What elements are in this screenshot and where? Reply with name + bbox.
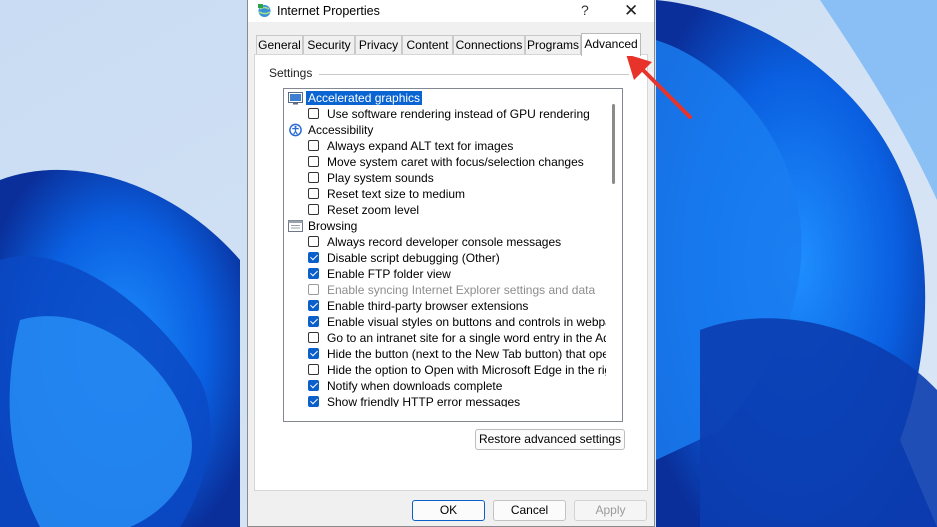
advanced-tab-page: Settings Show friendly HTTP error messag… xyxy=(254,54,648,491)
checkbox xyxy=(308,284,319,295)
restore-advanced-settings-button[interactable]: Restore advanced settings xyxy=(475,429,625,450)
checkbox[interactable] xyxy=(308,108,319,119)
setting-option-label: Reset text size to medium xyxy=(327,187,466,201)
tab-advanced[interactable]: Advanced xyxy=(581,33,641,56)
setting-option-label: Use software rendering instead of GPU re… xyxy=(327,107,590,121)
scrollbar-thumb[interactable] xyxy=(612,104,615,184)
setting-option-label: Reset zoom level xyxy=(327,203,420,217)
tab-general[interactable]: General xyxy=(256,35,303,54)
checkbox-checked[interactable] xyxy=(308,348,319,359)
checkbox[interactable] xyxy=(308,188,319,199)
setting-option-label: Hide the button (next to the New Tab but… xyxy=(327,347,622,361)
setting-option-label: Disable script debugging (Other) xyxy=(327,251,500,265)
category-label: Accessibility xyxy=(308,122,373,138)
group-divider xyxy=(319,74,629,75)
settings-group-label: Settings xyxy=(269,66,313,80)
tab-content[interactable]: Content xyxy=(402,35,453,54)
ok-button[interactable]: OK xyxy=(412,500,485,521)
tab-privacy[interactable]: Privacy xyxy=(355,35,402,54)
setting-option-label: Notify when downloads complete xyxy=(327,379,503,393)
help-button[interactable]: ? xyxy=(581,2,589,18)
close-button[interactable]: ✕ xyxy=(624,1,638,21)
accessibility-icon xyxy=(289,123,302,137)
title-bar[interactable]: Internet Properties ? ✕ xyxy=(248,0,654,22)
checkbox-checked[interactable] xyxy=(308,268,319,279)
setting-option-label: Go to an intranet site for a single word… xyxy=(327,331,623,345)
checkbox[interactable] xyxy=(308,156,319,167)
tab-connections[interactable]: Connections xyxy=(453,35,525,54)
setting-option-label: Play system sounds xyxy=(327,171,434,185)
category-label: Accelerated graphics xyxy=(306,90,423,106)
setting-option-label: Enable third-party browser extensions xyxy=(327,299,529,313)
setting-option-label: Enable syncing Internet Explorer setting… xyxy=(327,283,596,297)
checkbox[interactable] xyxy=(308,204,319,215)
internet-properties-dialog: Internet Properties ? ✕ General Security… xyxy=(247,0,655,527)
cancel-button[interactable]: Cancel xyxy=(493,500,566,521)
apply-button[interactable]: Apply xyxy=(574,500,647,521)
tab-security[interactable]: Security xyxy=(303,35,355,54)
setting-option-label: Move system caret with focus/selection c… xyxy=(327,155,584,169)
settings-tree[interactable]: Show friendly HTTP error messages Notify … xyxy=(283,88,623,422)
browser-window-icon xyxy=(288,220,303,232)
horizontal-scrollbar[interactable] xyxy=(284,407,606,421)
window-title: Internet Properties xyxy=(277,4,380,18)
setting-option-label: Enable FTP folder view xyxy=(327,267,451,281)
checkbox[interactable] xyxy=(308,172,319,183)
vertical-scrollbar[interactable] xyxy=(606,89,622,421)
checkbox-checked[interactable] xyxy=(308,380,319,391)
checkbox-checked[interactable] xyxy=(308,396,319,407)
annotation-arrow-icon xyxy=(626,54,692,119)
checkbox-checked[interactable] xyxy=(308,252,319,263)
selected-category-text: Accelerated graphics xyxy=(306,91,423,105)
category-label: Browsing xyxy=(308,218,357,234)
category-text: Browsing xyxy=(308,219,358,233)
setting-option-label: Always record developer console messages xyxy=(327,235,562,249)
checkbox[interactable] xyxy=(308,140,319,151)
checkbox[interactable] xyxy=(308,364,319,375)
setting-option-label: Enable visual styles on buttons and cont… xyxy=(327,315,623,329)
checkbox-checked[interactable] xyxy=(308,300,319,311)
tab-strip: General Security Privacy Content Connect… xyxy=(256,33,650,56)
setting-option-label: Always expand ALT text for images xyxy=(327,139,514,153)
setting-option-label: Hide the option to Open with Microsoft E… xyxy=(327,363,623,377)
checkbox-checked[interactable] xyxy=(308,316,319,327)
checkbox[interactable] xyxy=(308,332,319,343)
tab-programs[interactable]: Programs xyxy=(525,35,581,54)
monitor-icon xyxy=(288,92,303,105)
internet-globe-icon xyxy=(258,4,271,17)
category-text: Accessibility xyxy=(308,123,374,137)
checkbox[interactable] xyxy=(308,236,319,247)
